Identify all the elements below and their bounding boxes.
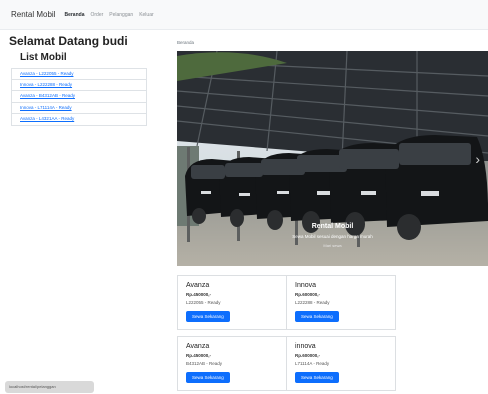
carousel-subtext: Mari sewa <box>323 243 342 248</box>
nav-link-pelanggan[interactable]: Pelanggan <box>109 12 133 18</box>
hero-carousel[interactable]: Rental Mobil Sewa Mobil sesuai dengan ha… <box>177 51 488 266</box>
rent-now-button[interactable]: Sewa Sekarang <box>295 372 339 383</box>
car-list-item[interactable]: Avanza - L4321AA - Ready <box>11 114 147 126</box>
nav-link-beranda[interactable]: Beranda <box>64 12 84 18</box>
card-status: L222055 - Ready <box>186 300 221 305</box>
car-list-item[interactable]: Innova - L71114A - Ready <box>11 102 147 114</box>
car-list-item[interactable]: Avanza - B4312AB - Ready <box>11 91 147 103</box>
nav-link-keluar[interactable]: Keluar <box>139 12 153 18</box>
rent-now-button[interactable]: Sewa Sekarang <box>186 372 230 383</box>
car-list-item[interactable]: Innova - L222288 - Ready <box>11 79 147 91</box>
breadcrumb[interactable]: Beranda <box>177 40 194 45</box>
card-title: innova <box>295 343 316 350</box>
navbar-brand[interactable]: Rental Mobil <box>11 10 55 19</box>
nav-link-order[interactable]: Order <box>90 12 103 18</box>
carousel-text: Sewa Mobil sesuai dengan harga murah <box>292 234 373 239</box>
card-price: Rp.450000,- <box>186 292 212 297</box>
card-price: Rp.600000,- <box>295 353 321 358</box>
rent-now-button[interactable]: Sewa Sekarang <box>186 311 230 322</box>
rent-now-button[interactable]: Sewa Sekarang <box>295 311 339 322</box>
car-card: Avanza Rp.450000,- B4312AB - Ready Sewa … <box>177 336 287 391</box>
card-status: L71114A - Ready <box>295 361 330 366</box>
browser-status-bar: localhost/rental/pelanggan <box>5 381 94 393</box>
car-cards: Avanza Rp.450000,- L222055 - Ready Sewa … <box>177 275 396 394</box>
card-title: Avanza <box>186 343 210 350</box>
card-title: Innova <box>295 282 317 289</box>
carousel-title: Rental Mobil <box>311 223 354 230</box>
car-card: Innova Rp.600000,- L222288 - Ready Sewa … <box>286 275 396 330</box>
car-list: Avanza - L222055 - Ready Innova - L22228… <box>11 68 147 126</box>
welcome-heading: Selamat Datang budi <box>9 34 128 48</box>
car-list-title: List Mobil <box>20 52 67 63</box>
car-card: Avanza Rp.450000,- L222055 - Ready Sewa … <box>177 275 287 330</box>
chevron-right-icon[interactable]: › <box>475 151 480 167</box>
car-card: innova Rp.600000,- L71114A - Ready Sewa … <box>286 336 396 391</box>
navbar: Rental Mobil Beranda Order Pelanggan Kel… <box>0 0 488 30</box>
card-title: Avanza <box>186 282 210 289</box>
card-status: L222288 - Ready <box>295 300 330 305</box>
car-list-item[interactable]: Avanza - L222055 - Ready <box>11 68 147 80</box>
card-status: B4312AB - Ready <box>186 361 223 366</box>
card-price: Rp.600000,- <box>295 292 321 297</box>
card-price: Rp.450000,- <box>186 353 212 358</box>
